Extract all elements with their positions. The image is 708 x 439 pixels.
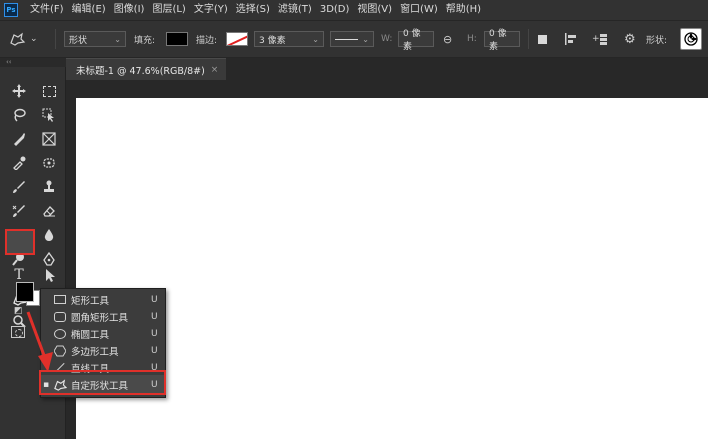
custom-shape-tool-highlight: [5, 229, 35, 255]
rectangle-icon: [51, 295, 69, 304]
menu-window[interactable]: 窗口(W): [396, 0, 442, 20]
menu-help[interactable]: 帮助(H): [442, 0, 485, 20]
toolbar-collapse[interactable]: ‹‹: [0, 58, 66, 67]
eraser-tool[interactable]: [38, 201, 60, 221]
frame-icon: [42, 132, 56, 146]
menu-layer[interactable]: 图层(L): [148, 0, 189, 20]
history-brush-icon: [12, 205, 25, 217]
stroke-color-swatch[interactable]: [226, 32, 248, 46]
marquee-icon: [42, 85, 56, 97]
healing-brush-tool[interactable]: [38, 153, 60, 173]
quick-selection-tool[interactable]: [38, 105, 60, 125]
clone-stamp-tool[interactable]: [38, 177, 60, 197]
flyout-item-rectangle[interactable]: 矩形工具 U: [41, 291, 165, 308]
default-colors-icon[interactable]: ◩: [14, 306, 23, 316]
stroke-label: 描边:: [196, 35, 218, 46]
blur-tool[interactable]: [38, 225, 60, 245]
line-icon: [51, 362, 69, 373]
lasso-icon: [14, 108, 26, 122]
options-bar: ⌄ 形状 ⌄ 填充: 描边: 3 像素 ⌄ ⌄ W: 0 像素 ⊖ H: 0 像素: [0, 20, 708, 58]
flyout-item-polygon[interactable]: 多边形工具 U: [41, 342, 165, 359]
path-selection-tool[interactable]: [38, 265, 60, 285]
drop-icon: [44, 229, 54, 241]
height-label: H:: [467, 34, 477, 44]
move-icon: [12, 84, 26, 98]
document-tab-title: 未标题-1 @ 47.6%(RGB/8#): [76, 65, 205, 77]
menu-3d[interactable]: 3D(D): [316, 0, 354, 20]
pen-nib-icon: [14, 133, 25, 146]
object-selection-icon: [42, 108, 54, 122]
svg-text:+: +: [592, 34, 600, 44]
tool-preset-picker[interactable]: ⌄: [8, 21, 38, 57]
history-brush-tool[interactable]: [8, 201, 30, 221]
shape-picker[interactable]: [680, 28, 702, 50]
width-input[interactable]: 0 像素: [398, 29, 434, 52]
polygon-icon: [51, 345, 69, 357]
fill-color-swatch[interactable]: [166, 32, 188, 46]
path-alignment-icon[interactable]: [564, 32, 578, 46]
ellipse-icon: [51, 328, 69, 339]
stroke-type-select[interactable]: ⌄: [330, 31, 374, 47]
gear-icon[interactable]: ⚙: [624, 32, 636, 47]
eyedropper-tool[interactable]: [8, 153, 30, 173]
custom-shape-icon: [10, 32, 26, 46]
menu-filter[interactable]: 滤镜(T): [274, 0, 316, 20]
type-icon: T: [14, 267, 24, 283]
stroke-width-input[interactable]: 3 像素 ⌄: [254, 31, 324, 47]
menu-select[interactable]: 选择(S): [232, 0, 274, 20]
brush-icon: [13, 181, 25, 193]
patch-icon: [43, 158, 55, 168]
document-tabs: 未标题-1 @ 47.6%(RGB/8#) ×: [66, 58, 708, 80]
path-arrangement-icon[interactable]: +: [592, 32, 610, 46]
pen-icon: [43, 252, 55, 266]
menu-type[interactable]: 文字(Y): [190, 0, 232, 20]
menu-image[interactable]: 图像(I): [110, 0, 149, 20]
brush-tool[interactable]: [8, 177, 30, 197]
tool-mode-select[interactable]: 形状 ⌄: [64, 31, 126, 47]
document-canvas[interactable]: [76, 98, 708, 439]
menu-bar: Ps 文件(F) 编辑(E) 图像(I) 图层(L) 文字(Y) 选择(S) 滤…: [0, 0, 708, 20]
height-input[interactable]: 0 像素: [484, 29, 520, 52]
eyedropper-icon: [13, 156, 26, 170]
crop-tool[interactable]: [8, 129, 30, 149]
custom-shape-highlight: [39, 370, 166, 395]
flyout-item-rounded-rectangle[interactable]: 圆角矩形工具 U: [41, 308, 165, 325]
chevron-down-icon: ⌄: [312, 34, 319, 44]
foreground-color-swatch[interactable]: [16, 282, 34, 302]
solid-line-icon: [335, 38, 359, 40]
fill-label: 填充:: [134, 35, 156, 46]
quick-mask-icon[interactable]: [11, 326, 25, 338]
rounded-rectangle-icon: [51, 311, 69, 322]
path-operations-icon[interactable]: [538, 34, 547, 44]
flower-shape-icon: [684, 32, 698, 46]
document-tab[interactable]: 未标题-1 @ 47.6%(RGB/8#) ×: [66, 58, 226, 80]
width-label: W:: [381, 34, 393, 44]
lasso-tool[interactable]: [8, 105, 30, 125]
link-icon[interactable]: ⊖: [443, 33, 452, 46]
photoshop-logo: Ps: [4, 3, 18, 17]
frame-tool[interactable]: [38, 129, 60, 149]
chevron-down-icon: ⌄: [362, 34, 369, 44]
chevron-down-icon: ⌄: [30, 34, 38, 44]
chevron-down-icon: ⌄: [114, 34, 121, 44]
move-tool[interactable]: [8, 81, 30, 101]
shape-label: 形状:: [646, 35, 668, 46]
menu-edit[interactable]: 编辑(E): [68, 0, 110, 20]
menu-view[interactable]: 视图(V): [353, 0, 396, 20]
marquee-tool[interactable]: [38, 81, 60, 101]
arrow-cursor-icon: [46, 269, 55, 282]
stamp-icon: [44, 180, 54, 192]
flyout-item-ellipse[interactable]: 椭圆工具 U: [41, 325, 165, 342]
eraser-icon: [43, 206, 55, 217]
close-icon[interactable]: ×: [211, 65, 219, 75]
menu-file[interactable]: 文件(F): [26, 0, 68, 20]
